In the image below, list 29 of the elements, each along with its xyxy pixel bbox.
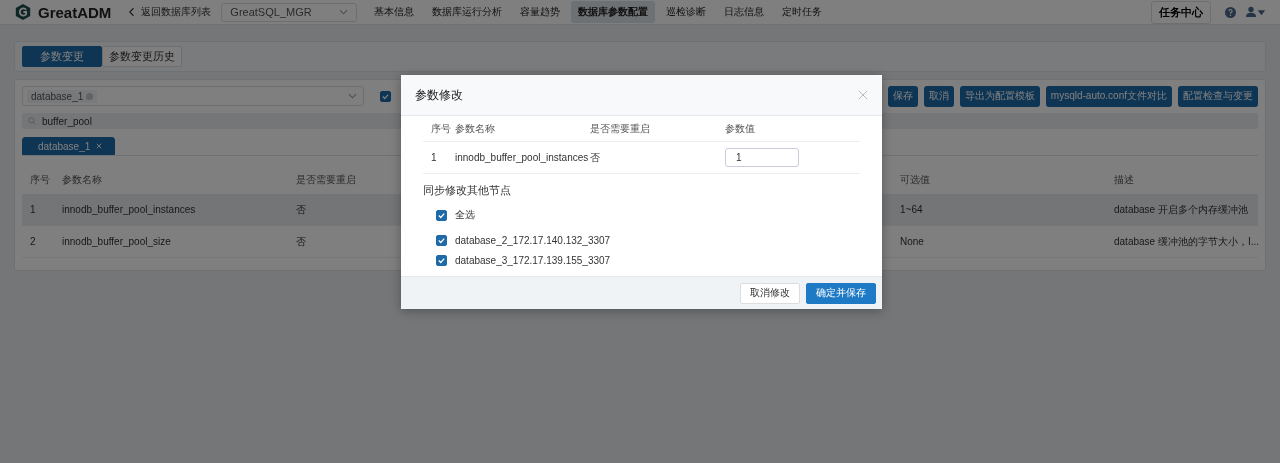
instance-tag: database_1 [27,89,98,103]
table-cell: 1 [30,204,36,215]
table-cell-text: 1 [430,152,438,163]
table-cell: database 开启多个内存缓冲池 [1114,203,1248,215]
table-cell: 1~64 [900,204,923,215]
column-header: 参数名称 [62,174,102,185]
checkbox-label: 全选 [455,208,475,222]
app-logo-text: GreatADM [38,3,112,21]
checkbox-label: database_2_172.17.140.132_3307 [455,234,611,246]
column-header: 序号 [30,174,50,185]
table-cell: 否 [296,235,306,247]
column-header: 参数名称 [455,121,496,136]
section-title: 同步修改其他节点 [423,183,512,198]
table-cell: None [900,236,924,247]
table-cell: innodb_buffer_pool_instances [455,152,590,163]
column-header: 序号 [430,121,452,136]
column-header: 是否需要重启 [296,174,356,185]
table-cell: 否 [296,203,306,215]
column-header: 参数值 [725,121,756,136]
table-cell: innodb_buffer_pool_instances [62,204,196,215]
dialog-title: 参数修改 [415,86,463,104]
checkbox-label: database_3_172.17.139.155_3307 [455,254,611,266]
table-cell: database 缓冲池的字节大小，I... [1114,235,1260,247]
table-cell-text: 否 [590,150,601,165]
table-cell: innodb_buffer_pool_size [62,236,171,247]
column-header: 是否需要重启 [590,121,651,136]
column-header: 描述 [1114,174,1134,185]
column-header: 可选值 [900,174,930,185]
table-cell: 2 [30,236,36,247]
